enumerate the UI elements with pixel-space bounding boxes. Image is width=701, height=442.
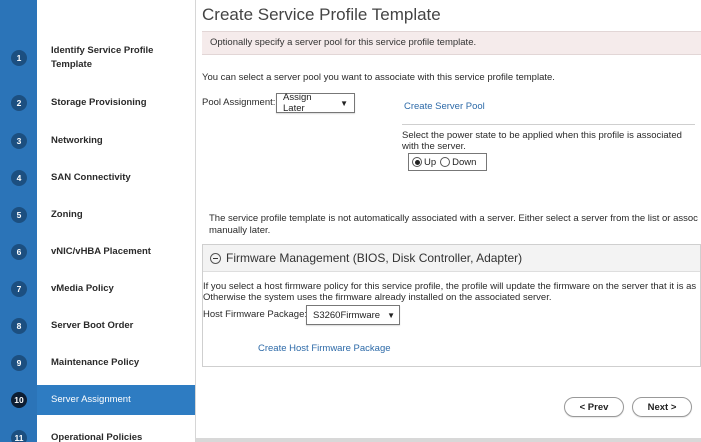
info-banner: Optionally specify a server pool for thi…	[202, 31, 701, 55]
wizard-step-9[interactable]: Maintenance Policy	[37, 348, 195, 378]
step-number-5: 5	[11, 207, 27, 223]
wizard-steps: Identify Service Profile Template Storage…	[37, 0, 195, 442]
wizard-step-label: Storage Provisioning	[51, 97, 147, 108]
power-up-radio[interactable]	[412, 157, 422, 167]
power-down-radio[interactable]	[440, 157, 451, 167]
step-number-9: 9	[11, 355, 27, 371]
firmware-text-cont: Otherwise the system uses the firmware a…	[203, 292, 552, 303]
step-number-1: 1	[11, 50, 27, 66]
wizard-step-10[interactable]: Server Assignment	[37, 385, 195, 415]
firmware-panel-title: Firmware Management (BIOS, Disk Controll…	[226, 251, 523, 265]
wizard-step-label: Maintenance Policy	[51, 357, 140, 368]
wizard-step-label: Server Assignment	[51, 394, 131, 405]
wizard-step-8[interactable]: Server Boot Order	[37, 311, 195, 341]
power-state-text-cont: with the server.	[402, 141, 466, 152]
wizard-rail: 1 2 3 4 5 6 7 8 9 10 11	[0, 0, 37, 442]
power-state-radio-group: Up Down	[408, 153, 487, 171]
wizard-step-label: vMedia Policy	[51, 283, 114, 294]
firmware-text: If you select a host firmware policy for…	[203, 281, 697, 292]
wizard-step-label: vNIC/vHBA Placement	[51, 246, 151, 257]
wizard-step-label: Networking	[51, 135, 103, 146]
wizard-step-label: Zoning	[51, 209, 83, 220]
power-down-label: Down	[452, 156, 477, 168]
wizard-step-6[interactable]: vNIC/vHBA Placement	[37, 237, 195, 267]
pool-assignment-select[interactable]: Assign Later ▼	[276, 92, 355, 114]
bottom-edge	[196, 438, 701, 442]
create-server-pool-link[interactable]: Create Server Pool	[404, 101, 485, 112]
wizard-step-7[interactable]: vMedia Policy	[37, 274, 195, 304]
host-firmware-value: S3260Firmware	[313, 309, 381, 321]
wizard-step-11[interactable]: Operational Policies	[37, 423, 195, 442]
host-firmware-label: Host Firmware Package:	[203, 309, 308, 320]
wizard-step-1[interactable]: Identify Service Profile Template	[37, 34, 195, 82]
step-number-4: 4	[11, 170, 27, 186]
step-number-8: 8	[11, 318, 27, 334]
pool-assignment-value: Assign Later	[283, 92, 312, 114]
radio-selected-dot	[414, 159, 420, 165]
power-divider	[402, 124, 695, 125]
step-number-11: 11	[11, 430, 27, 442]
main-panel: Create Service Profile Template Optional…	[196, 0, 701, 442]
next-button[interactable]: Next >	[632, 397, 692, 417]
wizard-step-2[interactable]: Storage Provisioning	[37, 88, 195, 118]
pool-assignment-label: Pool Assignment:	[202, 97, 276, 108]
wizard-step-label: Server Boot Order	[51, 320, 134, 331]
wizard-step-4[interactable]: SAN Connectivity	[37, 163, 195, 193]
dropdown-arrow-icon: ▼	[387, 310, 395, 320]
step-number-10: 10	[11, 392, 27, 408]
collapse-icon[interactable]	[210, 252, 221, 264]
power-up-label: Up	[424, 156, 437, 168]
step-number-3: 3	[11, 133, 27, 149]
pool-intro-text: You can select a server pool you want to…	[202, 72, 555, 83]
page-title: Create Service Profile Template	[202, 5, 441, 24]
association-note: The service profile template is not auto…	[209, 213, 698, 224]
wizard-step-label: Operational Policies	[51, 432, 143, 442]
firmware-panel: Firmware Management (BIOS, Disk Controll…	[202, 244, 701, 367]
step-number-7: 7	[11, 281, 27, 297]
wizard-step-3[interactable]: Networking	[37, 126, 195, 156]
wizard-step-label: Identify Service Profile Template	[51, 45, 154, 70]
power-state-text: Select the power state to be applied whe…	[402, 130, 682, 141]
wizard-step-label: SAN Connectivity	[51, 172, 131, 183]
step-number-6: 6	[11, 244, 27, 260]
host-firmware-select[interactable]: S3260Firmware ▼	[306, 305, 400, 325]
association-note-cont: manually later.	[209, 225, 271, 236]
step-number-2: 2	[11, 95, 27, 111]
dropdown-arrow-icon: ▼	[340, 98, 348, 108]
firmware-panel-header[interactable]: Firmware Management (BIOS, Disk Controll…	[203, 245, 700, 272]
create-host-firmware-link[interactable]: Create Host Firmware Package	[258, 343, 391, 354]
wizard-step-5[interactable]: Zoning	[37, 200, 195, 230]
prev-button[interactable]: < Prev	[564, 397, 624, 417]
